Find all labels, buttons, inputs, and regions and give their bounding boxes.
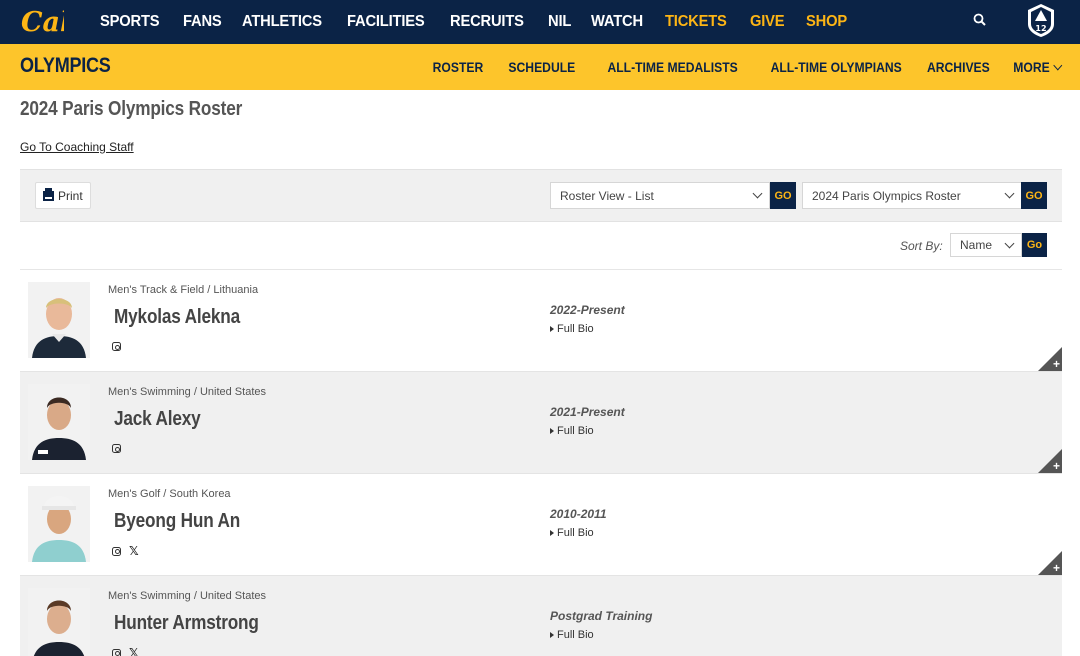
player-years: Postgrad Training [550, 609, 653, 623]
instagram-icon[interactable] [112, 444, 121, 453]
roster-row: Men's Golf / South Korea Byeong Hun An 𝕏… [20, 474, 1062, 576]
print-button[interactable]: Print [35, 182, 91, 209]
coaching-staff-link[interactable]: Go To Coaching Staff [20, 140, 134, 154]
nav-item-tickets[interactable]: TICKETS [665, 13, 727, 31]
nav-item-give[interactable]: GIVE [750, 13, 785, 31]
conference-logo-text: 12 [1035, 24, 1046, 33]
top-navigation: Cal SPORTS FANS ATHLETICS FACILITIES REC… [0, 0, 1080, 44]
chevron-down-icon [1052, 60, 1062, 70]
subnav-item-archives[interactable]: ARCHIVES [927, 60, 990, 75]
full-bio-label: Full Bio [557, 527, 594, 539]
nav-item-nil[interactable]: NIL [548, 13, 571, 31]
plus-icon[interactable]: + [1053, 358, 1060, 370]
cal-logo[interactable]: Cal [20, 2, 64, 40]
caret-right-icon [550, 530, 554, 536]
player-socials: 𝕏 [112, 545, 139, 557]
subnav-item-more[interactable]: MORE [1012, 59, 1062, 75]
page-title: 2024 Paris Olympics Roster [20, 98, 243, 120]
nav-item-athletics[interactable]: ATHLETICS [242, 13, 322, 31]
roster-toolbar: Print Roster View - List GO 2024 Paris O… [20, 169, 1062, 222]
nav-item-fans[interactable]: FANS [183, 13, 222, 31]
chevron-down-icon [1004, 188, 1015, 199]
player-socials [112, 444, 129, 453]
printer-icon [43, 187, 54, 201]
full-bio-link[interactable]: Full Bio [550, 425, 594, 437]
player-name-link[interactable]: Byeong Hun An [114, 510, 240, 533]
subnav-item-schedule[interactable]: SCHEDULE [508, 60, 575, 75]
roster-season-go-button[interactable]: GO [1021, 182, 1047, 209]
conference-logo-icon[interactable]: 12 [1026, 2, 1056, 38]
nav-item-recruits[interactable]: RECRUITS [450, 13, 524, 31]
player-photo[interactable] [28, 588, 90, 656]
subnav-item-medalists[interactable]: ALL-TIME MEDALISTS [608, 60, 738, 75]
player-socials: 𝕏 [112, 647, 139, 656]
roster-view-go-button[interactable]: GO [770, 182, 796, 209]
main-nav: SPORTS FANS ATHLETICS FACILITIES RECRUIT… [100, 0, 868, 44]
full-bio-label: Full Bio [557, 425, 594, 437]
search-icon[interactable] [972, 12, 988, 28]
full-bio-link[interactable]: Full Bio [550, 323, 594, 335]
full-bio-link[interactable]: Full Bio [550, 527, 594, 539]
player-sport-country: Men's Golf / South Korea [108, 488, 231, 500]
roster-row: Men's Swimming / United States Jack Alex… [20, 372, 1062, 474]
player-photo[interactable] [28, 282, 90, 358]
player-years: 2010-2011 [550, 507, 607, 521]
caret-right-icon [550, 326, 554, 332]
nav-item-watch[interactable]: WATCH [591, 13, 643, 31]
x-twitter-icon[interactable]: 𝕏 [129, 545, 139, 557]
roster-view-select[interactable]: Roster View - List [550, 182, 770, 209]
chevron-down-icon [752, 188, 763, 199]
sort-go-button[interactable]: Go [1022, 233, 1047, 257]
subnav-item-roster[interactable]: ROSTER [432, 60, 483, 75]
chevron-down-icon [1004, 238, 1015, 249]
nav-item-facilities[interactable]: FACILITIES [347, 13, 425, 31]
player-name-link[interactable]: Jack Alexy [114, 408, 201, 431]
player-sport-country: Men's Swimming / United States [108, 590, 266, 602]
roster-view-value: Roster View - List [560, 188, 654, 203]
player-photo[interactable] [28, 486, 90, 562]
plus-icon[interactable]: + [1053, 562, 1060, 574]
plus-icon[interactable]: + [1053, 460, 1060, 472]
roster-row: Men's Track & Field / Lithuania Mykolas … [20, 270, 1062, 372]
sport-subnav: OLYMPICS ROSTER SCHEDULE ALL-TIME MEDALI… [0, 44, 1080, 90]
roster-row: Men's Swimming / United States Hunter Ar… [20, 576, 1062, 656]
player-name-link[interactable]: Mykolas Alekna [114, 306, 240, 329]
subnav-links: ROSTER SCHEDULE ALL-TIME MEDALISTS ALL-T… [409, 44, 1062, 90]
nav-item-shop[interactable]: SHOP [806, 13, 847, 31]
player-photo[interactable] [28, 384, 90, 460]
nav-item-sports[interactable]: SPORTS [100, 13, 160, 31]
subnav-more-label: MORE [1012, 59, 1050, 75]
sort-select[interactable]: Name [950, 233, 1022, 257]
roster-season-select[interactable]: 2024 Paris Olympics Roster [802, 182, 1022, 209]
x-twitter-icon[interactable]: 𝕏 [129, 647, 139, 656]
player-years: 2021-Present [550, 405, 625, 419]
player-socials [112, 342, 129, 351]
full-bio-label: Full Bio [557, 323, 594, 335]
print-label: Print [58, 188, 83, 203]
section-title[interactable]: OLYMPICS [20, 54, 111, 78]
sort-value: Name [960, 238, 993, 252]
player-years: 2022-Present [550, 303, 625, 317]
subnav-item-olympians[interactable]: ALL-TIME OLYMPIANS [771, 60, 902, 75]
roster-list: Men's Track & Field / Lithuania Mykolas … [20, 270, 1062, 656]
instagram-icon[interactable] [112, 342, 121, 351]
sort-label: Sort By: [900, 239, 943, 253]
full-bio-label: Full Bio [557, 629, 594, 641]
full-bio-link[interactable]: Full Bio [550, 629, 594, 641]
instagram-icon[interactable] [112, 648, 121, 656]
caret-right-icon [550, 632, 554, 638]
player-name-link[interactable]: Hunter Armstrong [114, 612, 259, 635]
caret-right-icon [550, 428, 554, 434]
instagram-icon[interactable] [112, 546, 121, 556]
player-sport-country: Men's Swimming / United States [108, 386, 266, 398]
cal-logo-text: Cal [21, 7, 64, 38]
roster-season-value: 2024 Paris Olympics Roster [812, 188, 961, 203]
player-sport-country: Men's Track & Field / Lithuania [108, 284, 259, 296]
